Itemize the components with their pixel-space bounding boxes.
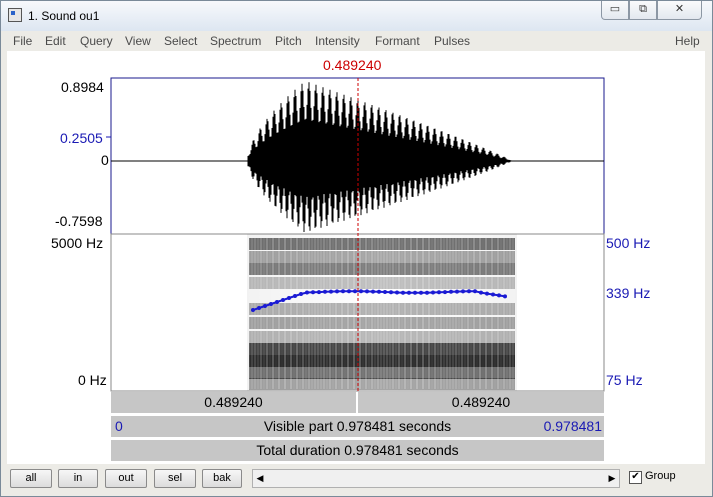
pitch-point xyxy=(317,290,321,295)
checkmark-icon: ✔ xyxy=(631,471,640,482)
total-duration-bar[interactable]: Total duration 0.978481 seconds xyxy=(111,440,604,461)
menu-pulses[interactable]: Pulses xyxy=(434,34,470,48)
scroll-left-icon[interactable]: ◀ xyxy=(253,470,267,487)
menu-spectrum[interactable]: Spectrum xyxy=(210,34,261,48)
pitch-point xyxy=(359,289,363,294)
sound-display-area[interactable]: 0.489240 0.8984 0.2505 0 -0.7598 5000 Hz… xyxy=(7,51,705,464)
menu-file[interactable]: File xyxy=(13,34,32,48)
pitch-point xyxy=(293,294,297,298)
pitch-point xyxy=(455,289,459,294)
pitch-point xyxy=(275,300,279,304)
pitch-point xyxy=(461,289,465,294)
window-controls: ▭ ⧉ ✕ xyxy=(601,1,702,21)
bottom-toolbar: all in out sel bak ◀ ▶ ✔ Group xyxy=(7,464,705,494)
title-bar[interactable]: 1. Sound ou1 ▭ ⧉ ✕ xyxy=(1,1,712,31)
pitch-point xyxy=(389,290,393,295)
visible-part-bar[interactable]: 0 Visible part 0.978481 seconds 0.978481 xyxy=(111,416,604,437)
window-title: 1. Sound ou1 xyxy=(28,9,100,23)
pitch-point xyxy=(491,292,495,297)
pitch-point xyxy=(335,289,339,294)
close-button[interactable]: ✕ xyxy=(657,1,702,20)
pitch-point xyxy=(431,290,435,295)
pitch-point xyxy=(365,289,369,294)
zoom-in-button[interactable]: in xyxy=(58,469,98,488)
menu-edit[interactable]: Edit xyxy=(45,34,66,48)
time-scrollbar[interactable]: ◀ ▶ xyxy=(252,469,620,488)
pitch-point xyxy=(401,290,405,295)
selection-right-bar[interactable]: 0.489240 xyxy=(358,392,604,413)
scroll-right-icon[interactable]: ▶ xyxy=(605,470,619,487)
visible-part-label: Visible part 0.978481 seconds xyxy=(263,418,452,434)
sound-editor-window: 1. Sound ou1 ▭ ⧉ ✕ File Edit Query View … xyxy=(0,0,713,497)
pitch-point xyxy=(437,290,441,295)
pitch-point xyxy=(341,289,345,294)
maximize-button[interactable]: ⧉ xyxy=(629,1,657,20)
pitch-point xyxy=(503,294,507,299)
pitch-point xyxy=(443,290,447,295)
close-icon: ✕ xyxy=(674,3,685,15)
pitch-point xyxy=(413,290,417,295)
menu-view[interactable]: View xyxy=(125,34,151,48)
menu-help[interactable]: Help xyxy=(675,34,700,48)
group-checkbox[interactable]: ✔ xyxy=(629,471,642,484)
pitch-point xyxy=(329,289,333,294)
selection-left-bar[interactable]: 0.489240 xyxy=(111,392,356,413)
menu-formant[interactable]: Formant xyxy=(375,34,420,48)
group-label: Group xyxy=(645,470,676,482)
menu-select[interactable]: Select xyxy=(164,34,197,48)
menu-bar: File Edit Query View Select Spectrum Pit… xyxy=(7,32,705,51)
pitch-point xyxy=(281,298,285,302)
pitch-point xyxy=(479,290,483,295)
zoom-selection-button[interactable]: sel xyxy=(154,469,196,488)
zoom-all-button[interactable]: all xyxy=(10,469,52,488)
menu-intensity[interactable]: Intensity xyxy=(315,34,360,48)
maximize-icon: ⧉ xyxy=(639,3,647,15)
pitch-point xyxy=(323,289,327,294)
minimize-icon: ▭ xyxy=(609,3,621,15)
pitch-point xyxy=(353,289,357,294)
visible-end-time: 0.978481 xyxy=(543,418,602,434)
pitch-point xyxy=(251,308,255,312)
pitch-point xyxy=(299,292,303,296)
visible-start-time: 0 xyxy=(115,418,123,434)
pitch-point xyxy=(407,290,411,295)
pitch-point xyxy=(485,291,489,296)
pitch-point xyxy=(347,289,351,294)
pitch-point xyxy=(305,290,309,295)
app-icon xyxy=(8,8,22,22)
pitch-point xyxy=(449,289,453,294)
pitch-point xyxy=(377,289,381,294)
pitch-point xyxy=(287,296,291,300)
menu-pitch[interactable]: Pitch xyxy=(275,34,302,48)
pitch-point xyxy=(311,290,315,295)
pitch-point xyxy=(467,289,471,294)
zoom-back-button[interactable]: bak xyxy=(202,469,242,488)
menu-query[interactable]: Query xyxy=(80,34,113,48)
spectrogram-shading xyxy=(247,234,517,391)
pitch-point xyxy=(419,290,423,295)
pitch-point xyxy=(257,306,261,310)
pitch-point xyxy=(425,290,429,295)
pitch-point xyxy=(269,302,273,306)
minimize-button[interactable]: ▭ xyxy=(601,1,629,20)
zoom-out-button[interactable]: out xyxy=(105,469,147,488)
pitch-point xyxy=(383,290,387,294)
pitch-point xyxy=(497,293,501,298)
pitch-point xyxy=(473,289,477,294)
pitch-point xyxy=(263,304,267,308)
pitch-point xyxy=(371,289,375,294)
pitch-point xyxy=(395,290,399,295)
